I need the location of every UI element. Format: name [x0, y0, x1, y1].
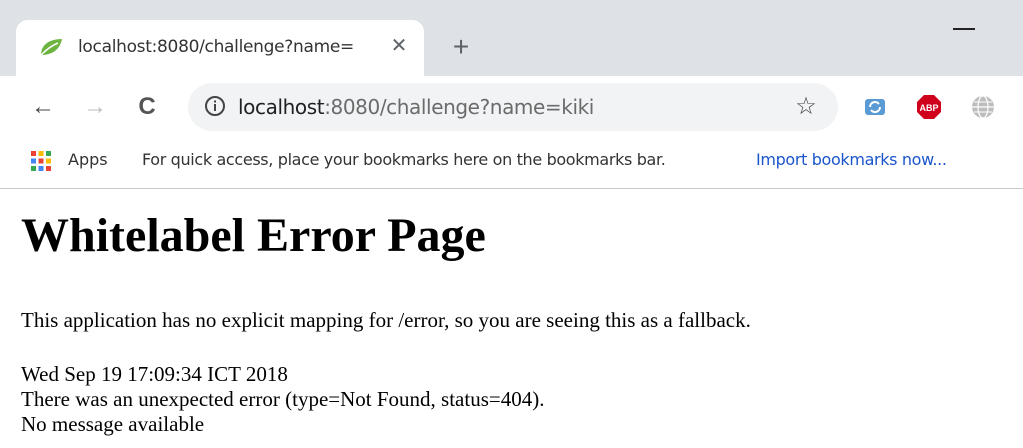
page-content: Whitelabel Error Page This application h…	[21, 190, 1011, 436]
reload-button[interactable]: C	[130, 90, 164, 124]
error-details: Wed Sep 19 17:09:34 ICT 2018 There was a…	[21, 362, 544, 437]
tab-strip: localhost:8080/challenge?name= ✕ +	[0, 0, 1023, 76]
mapping-message: This application has no explicit mapping…	[21, 308, 751, 332]
abp-icon[interactable]: ABP	[916, 94, 942, 120]
address-bar[interactable]: localhost:8080/challenge?name=kiki ☆	[188, 83, 838, 131]
new-tab-button[interactable]: +	[446, 32, 476, 62]
forward-button[interactable]: →	[78, 90, 112, 124]
address-text[interactable]: localhost:8080/challenge?name=kiki	[238, 95, 594, 119]
tab-title: localhost:8080/challenge?name=	[78, 37, 354, 57]
address-path: :8080/challenge?name=kiki	[324, 95, 594, 119]
tab-close-icon[interactable]: ✕	[386, 33, 412, 59]
browser-tab[interactable]: localhost:8080/challenge?name= ✕	[16, 20, 424, 76]
browser-toolbar: ← → C localhost:8080/challenge?name=kiki…	[0, 76, 1023, 138]
abp-label: ABP	[919, 103, 938, 113]
back-button[interactable]: ←	[26, 90, 60, 124]
spring-leaf-icon	[40, 39, 62, 56]
import-bookmarks-link[interactable]: Import bookmarks now...	[756, 150, 947, 169]
sync-icon[interactable]	[862, 94, 888, 120]
address-host: localhost	[238, 95, 325, 119]
bookmark-star-icon[interactable]: ☆	[792, 93, 820, 121]
error-line: There was an unexpected error (type=Not …	[21, 387, 545, 411]
apps-label[interactable]: Apps	[68, 150, 108, 169]
apps-grid-icon[interactable]	[30, 150, 52, 172]
globe-icon[interactable]	[970, 94, 996, 120]
error-timestamp: Wed Sep 19 17:09:34 ICT 2018	[21, 362, 288, 386]
bookmarks-bar: Apps For quick access, place your bookma…	[0, 138, 1023, 189]
page-title: Whitelabel Error Page	[21, 209, 486, 262]
error-message: No message available	[21, 412, 205, 436]
minimize-button[interactable]	[953, 28, 975, 30]
info-icon[interactable]	[204, 95, 226, 117]
bookmarks-hint: For quick access, place your bookmarks h…	[142, 150, 666, 169]
